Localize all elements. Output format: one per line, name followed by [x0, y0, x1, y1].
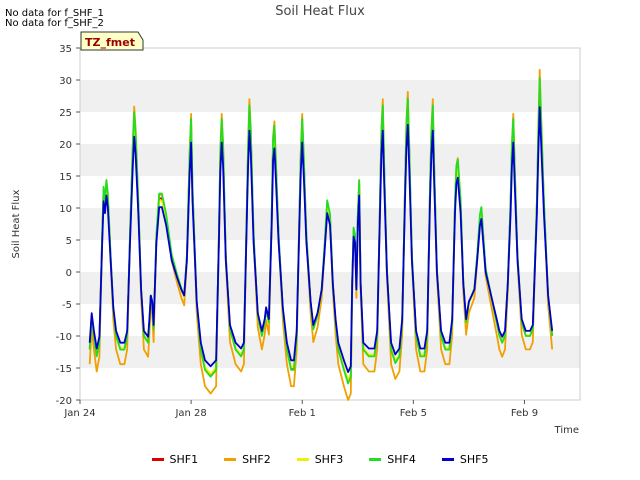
y-tick-label: -20	[56, 396, 72, 407]
y-tick-label: -10	[56, 332, 72, 343]
y-tick-label: -5	[62, 300, 72, 311]
y-tick-label: -15	[56, 364, 72, 375]
x-tick-label: Jan 24	[63, 408, 95, 419]
y-tick-label: 0	[66, 268, 72, 279]
legend-item-shf1: SHF1	[151, 453, 199, 466]
legend-item-shf2: SHF2	[224, 453, 271, 466]
x-tick-label: Feb 5	[400, 408, 427, 419]
grid-band	[80, 80, 580, 112]
legend-item-shf4: SHF4	[369, 453, 416, 466]
y-tick-label: 30	[59, 76, 72, 87]
x-tick-label: Jan 28	[174, 408, 206, 419]
legend-swatch	[151, 458, 164, 461]
legend-swatch	[441, 458, 454, 461]
chart-title: Soil Heat Flux	[275, 4, 365, 19]
y-tick-label: 5	[66, 236, 72, 247]
y-tick-label: 15	[59, 172, 72, 183]
grid-band	[80, 144, 580, 176]
tz-badge-label: TZ_fmet	[85, 36, 135, 49]
legend-label: SHF4	[387, 453, 416, 466]
legend-item-shf5: SHF5	[441, 453, 489, 466]
legend-label: SHF1	[169, 453, 199, 466]
legend-swatch	[224, 458, 237, 461]
legend-label: SHF5	[459, 453, 489, 466]
chart-legend: SHF1 SHF2 SHF3 SHF4 SHF5	[0, 453, 640, 466]
tz-badge: TZ_fmet	[80, 31, 144, 51]
x-tick-label: Feb 1	[289, 408, 316, 419]
x-axis-label: Time	[554, 425, 579, 436]
legend-swatch	[369, 458, 382, 461]
y-tick-label: 10	[59, 204, 72, 215]
legend-label: SHF2	[242, 453, 271, 466]
y-axis-label: Soil Heat Flux	[11, 189, 22, 258]
legend-label: SHF3	[314, 453, 344, 466]
soil-heat-flux-chart: -20 -15 -10 -5 0 5 10 15 20 25 30 35 Jan 24 Jan 28 Fe…	[11, 4, 581, 436]
legend-item-shf3: SHF3	[296, 453, 344, 466]
y-tick-label: 35	[59, 44, 72, 55]
x-tick-label: Feb 9	[511, 408, 538, 419]
y-tick-label: 25	[59, 108, 72, 119]
legend-swatch	[296, 458, 309, 461]
y-tick-label: 20	[59, 140, 72, 151]
